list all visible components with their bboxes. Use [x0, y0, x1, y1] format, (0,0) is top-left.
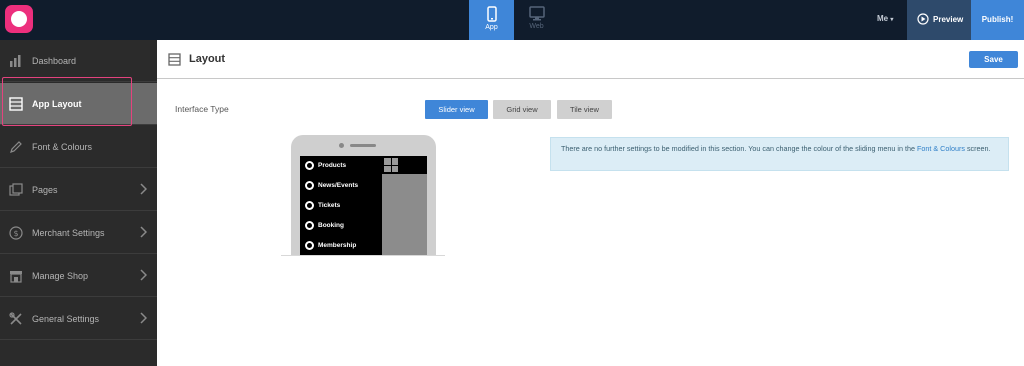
font-colours-link[interactable]: Font & Colours [917, 144, 965, 153]
info-text-end: screen. [964, 144, 991, 153]
top-bar: App Web Me ▾ Preview Publish! [0, 0, 1024, 40]
chevron-right-icon [140, 312, 147, 324]
monitor-icon [528, 6, 545, 21]
sidebar-item-label: Font & Colours [32, 142, 93, 152]
play-circle-icon [917, 13, 929, 25]
preview-baseline [281, 255, 445, 256]
preview-menu-label: Booking [318, 222, 344, 229]
sidebar-item-general-settings[interactable]: General Settings [0, 298, 157, 340]
grid-menu-icon [384, 158, 398, 172]
sidebar-item-label: Manage Shop [32, 271, 89, 281]
pages-icon [9, 183, 23, 196]
svg-text:$: $ [13, 229, 18, 238]
tab-web[interactable]: Web [514, 0, 559, 40]
preview-button[interactable]: Preview [907, 0, 971, 40]
tab-web-label: Web [529, 23, 544, 30]
info-alert: There are no further settings to be modi… [550, 137, 1009, 171]
mobile-icon [486, 6, 497, 22]
menu-bullet-icon [305, 201, 314, 210]
preview-menu-label: Products [318, 162, 347, 169]
preview-menu-label: News/Events [318, 182, 359, 189]
page-header: Layout [157, 40, 1024, 79]
chart-icon [10, 55, 21, 67]
sidebar-item-label: Merchant Settings [32, 228, 105, 238]
layout-icon [168, 53, 181, 66]
sidebar-item-label: Pages [32, 185, 58, 195]
sidebar-item-label: General Settings [32, 314, 100, 324]
sidebar-item-dashboard[interactable]: Dashboard [0, 40, 157, 82]
sidebar-item-manage-shop[interactable]: Manage Shop [0, 255, 157, 297]
sidebar-item-label: Dashboard [32, 56, 77, 66]
phone-speaker [350, 144, 376, 147]
phone-screen: Products News/Events Tickets Booking Mem… [300, 156, 427, 256]
logo-dot [11, 11, 27, 27]
chevron-right-icon [140, 183, 147, 195]
tools-icon [9, 312, 22, 325]
info-text: There are no further settings to be modi… [561, 144, 918, 153]
menu-bullet-icon [305, 161, 314, 170]
publish-button[interactable]: Publish! [971, 0, 1024, 40]
sidebar-item-merchant-settings[interactable]: $ Merchant Settings [0, 212, 157, 254]
app-layout-highlight [2, 77, 132, 126]
page-title: Layout [189, 53, 226, 65]
menu-bullet-icon [305, 241, 314, 250]
menu-bullet-icon [305, 181, 314, 190]
preview-menu-label: Tickets [318, 202, 341, 209]
tile-view-button[interactable]: Tile view [557, 100, 612, 119]
phone-preview: Products News/Events Tickets Booking Mem… [291, 135, 436, 256]
save-button[interactable]: Save [969, 51, 1018, 68]
tab-app[interactable]: App [469, 0, 514, 40]
dollar-icon: $ [9, 226, 23, 240]
caret-down-icon: ▾ [890, 17, 894, 23]
user-menu[interactable]: Me ▾ [877, 14, 893, 23]
shop-icon [10, 271, 22, 283]
menu-bullet-icon [305, 221, 314, 230]
slider-view-button[interactable]: Slider view [425, 100, 488, 119]
preview-label: Preview [933, 15, 964, 24]
sidebar-item-pages[interactable]: Pages [0, 169, 157, 211]
phone-camera [339, 143, 344, 148]
grid-view-button[interactable]: Grid view [493, 100, 551, 119]
user-menu-label: Me [877, 14, 889, 23]
app-logo[interactable] [5, 5, 33, 33]
pencil-icon [10, 141, 22, 153]
interface-type-label: Interface Type [175, 104, 229, 114]
tab-app-label: App [485, 24, 498, 31]
chevron-right-icon [140, 226, 147, 238]
preview-menu-label: Membership [318, 242, 357, 249]
chevron-right-icon [140, 269, 147, 281]
sidebar-item-font-colours[interactable]: Font & Colours [0, 126, 157, 168]
